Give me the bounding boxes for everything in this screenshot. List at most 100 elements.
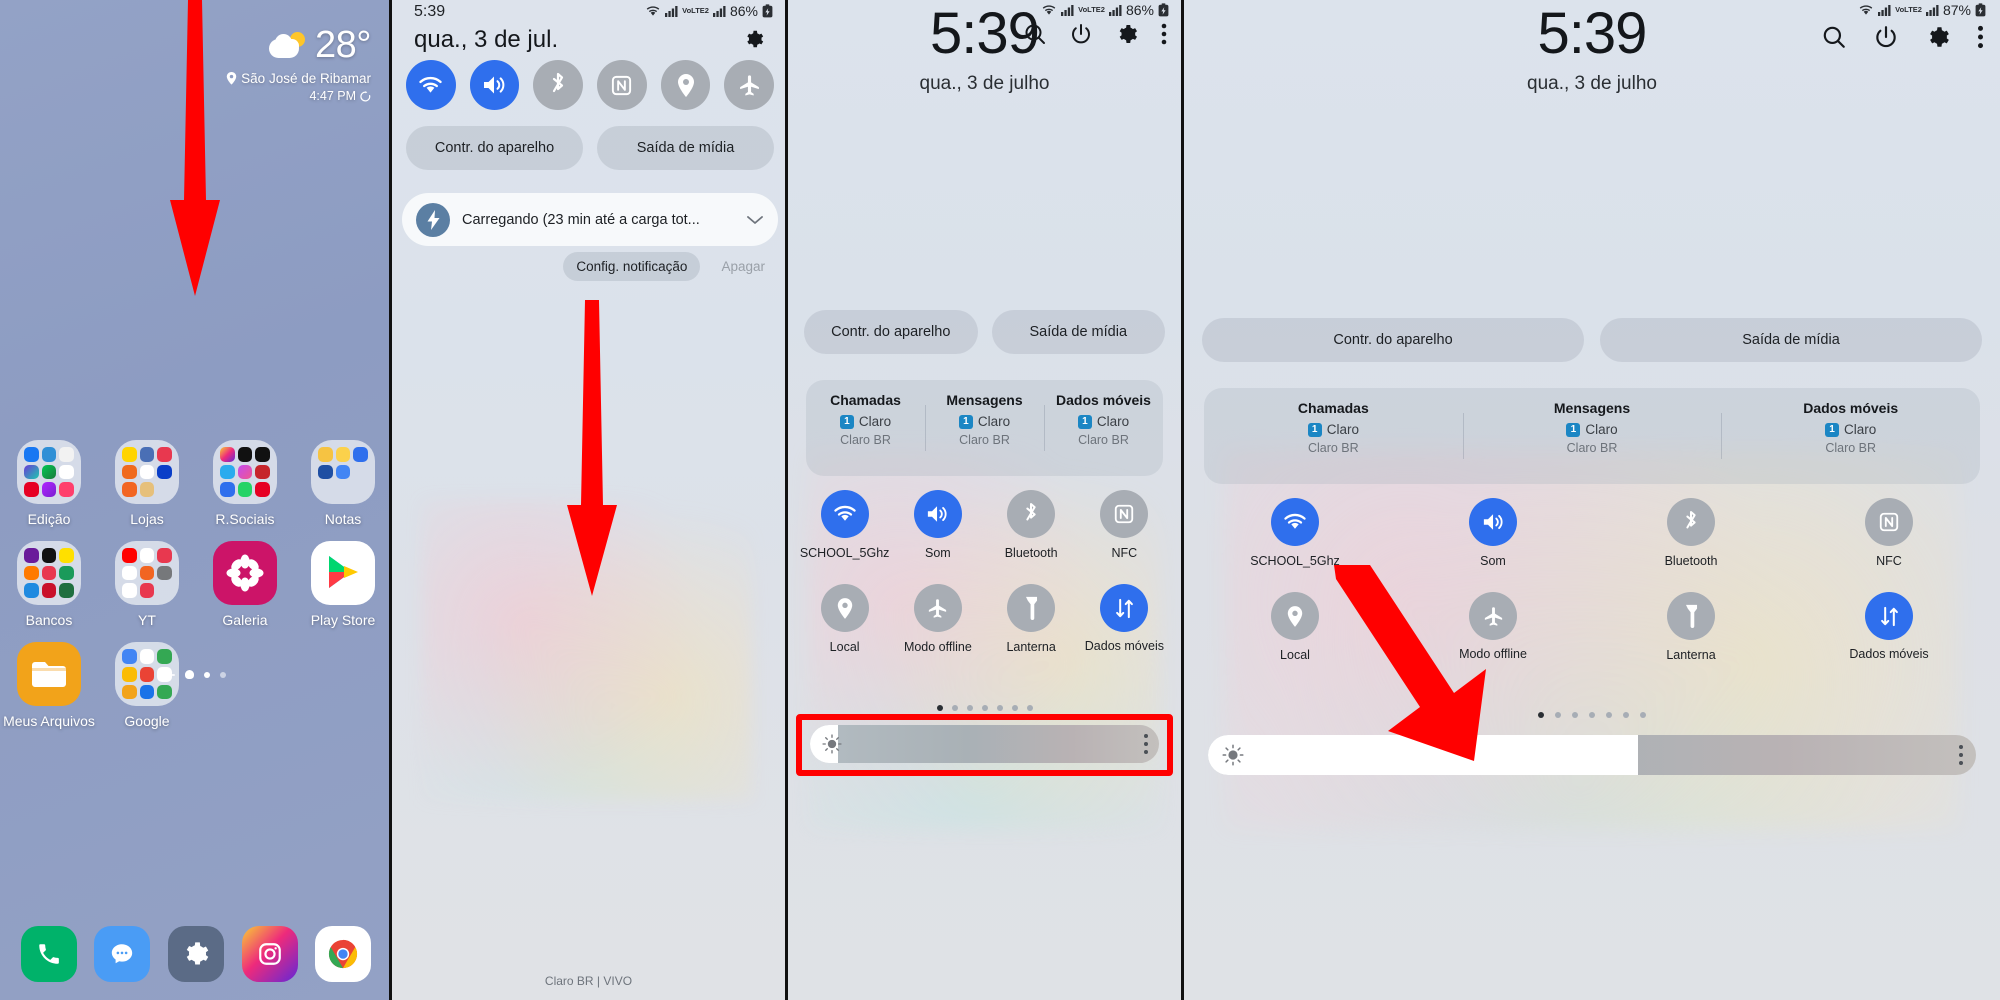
nfc-toggle[interactable] — [597, 60, 647, 110]
brightness-menu-icon[interactable] — [1959, 735, 1963, 775]
wifi-icon — [1271, 498, 1319, 546]
toggle-bluetooth[interactable]: Bluetooth — [985, 490, 1078, 560]
mini-icon — [220, 447, 235, 462]
sim-carrier: Claro — [1585, 422, 1618, 437]
folder-preview — [311, 440, 375, 504]
page-dot — [981, 705, 988, 711]
toggle-wifi[interactable]: SCHOOL_5Ghz — [798, 490, 891, 560]
weather-widget[interactable]: 28° São José de Ribamar 4:47 PM — [226, 26, 371, 103]
settings-app-icon[interactable] — [167, 926, 224, 982]
app-galeria[interactable]: Galeria — [196, 541, 294, 628]
folder-preview — [115, 440, 179, 504]
app-folder-lojas[interactable]: Lojas — [98, 440, 196, 527]
toggle-nfc[interactable]: NFC — [1078, 490, 1171, 560]
mini-icon — [318, 464, 333, 480]
shade-settings-button[interactable] — [743, 28, 765, 55]
refresh-icon[interactable] — [360, 90, 371, 102]
mini-icon — [157, 565, 172, 581]
toggle-flashlight[interactable]: Lanterna — [985, 584, 1078, 654]
mini-icon — [139, 649, 155, 664]
sim-status-card-4[interactable]: Chamadas 1 Claro Claro BR Mensagens 1 Cl… — [1204, 388, 1980, 484]
media-output-button[interactable]: Saída de mídia — [1600, 318, 1982, 362]
shade-quick-toggles — [406, 60, 775, 110]
device-control-button[interactable]: Contr. do aparelho — [406, 126, 583, 170]
toggle-flashlight[interactable]: Lanterna — [1592, 592, 1790, 662]
toggle-sound[interactable]: Som — [891, 490, 984, 560]
page-dot — [996, 705, 1003, 711]
qs-header-icons-3 — [1023, 22, 1167, 46]
toggle-label: SCHOOL_5Ghz — [1250, 554, 1340, 568]
brightness-slider-3[interactable] — [810, 725, 1159, 763]
brightness-fill — [1208, 735, 1639, 775]
app-meus-arquivos[interactable]: Meus Arquivos — [0, 642, 98, 729]
chrome-app-icon[interactable] — [315, 926, 372, 982]
phone-app-icon[interactable] — [20, 926, 77, 982]
sim-carrier: Claro — [858, 414, 892, 429]
sim-status-card-3[interactable]: Chamadas 1 Claro Claro BR Mensagens 1 Cl… — [806, 380, 1163, 476]
toggle-bluetooth[interactable]: Bluetooth — [1592, 498, 1790, 568]
brightness-slider-4[interactable] — [1208, 735, 1976, 775]
app-folder-edicao[interactable]: Edição — [0, 440, 98, 527]
battery-percent: 86% — [729, 3, 758, 19]
clear-notifications-button[interactable]: Apagar — [708, 252, 778, 281]
toggle-wifi[interactable]: SCHOOL_5Ghz — [1196, 498, 1394, 568]
device-control-button[interactable]: Contr. do aparelho — [804, 310, 978, 354]
media-output-button[interactable]: Saída de mídia — [597, 126, 774, 170]
media-output-button[interactable]: Saída de mídia — [991, 310, 1165, 354]
bluetooth-toggle[interactable] — [533, 60, 584, 110]
search-icon[interactable] — [1821, 24, 1847, 50]
more-vertical-icon[interactable] — [1977, 24, 1984, 50]
toggle-nfc[interactable]: NFC — [1790, 498, 1988, 568]
app-folder-rsociais[interactable]: R.Sociais — [196, 440, 294, 527]
wifi-icon — [820, 490, 869, 538]
mini-icon — [139, 684, 155, 700]
sim-carrier: Claro — [1844, 422, 1877, 437]
toggle-mobile-data[interactable]: Dados móveis — [1790, 592, 1988, 662]
sim-carrier: Claro — [1096, 414, 1130, 429]
mini-icon — [59, 583, 74, 599]
toggle-label: Som — [925, 546, 951, 560]
airplane-toggle[interactable] — [724, 60, 775, 110]
app-label: R.Sociais — [215, 511, 275, 527]
page-dot — [1606, 712, 1612, 718]
search-icon[interactable] — [1023, 22, 1047, 46]
app-folder-google[interactable]: Google — [98, 642, 196, 729]
home-page-indicator[interactable] — [0, 670, 389, 679]
app-folder-notas[interactable]: Notas — [294, 440, 389, 527]
power-icon[interactable] — [1069, 22, 1093, 46]
folder-preview — [17, 440, 81, 504]
device-control-button[interactable]: Contr. do aparelho — [1202, 318, 1584, 362]
mini-icon — [237, 482, 253, 497]
wifi-toggle[interactable] — [406, 60, 456, 110]
more-vertical-icon[interactable] — [1161, 22, 1167, 46]
toggle-airplane[interactable]: Modo offline — [891, 584, 984, 654]
app-play-store[interactable]: Play Store — [294, 541, 389, 628]
toggle-location[interactable]: Local — [1196, 592, 1394, 662]
toggle-sound[interactable]: Som — [1394, 498, 1592, 568]
instagram-app-icon[interactable] — [241, 926, 298, 982]
toggle-mobile-data[interactable]: Dados móveis — [1078, 584, 1171, 654]
weather-time-row: 4:47 PM — [226, 89, 371, 103]
power-icon[interactable] — [1873, 24, 1899, 50]
chevron-down-icon[interactable] — [746, 214, 764, 226]
app-folder-bancos[interactable]: Bancos — [0, 541, 98, 628]
toggle-airplane[interactable]: Modo offline — [1394, 592, 1592, 662]
gear-icon[interactable] — [1115, 22, 1139, 46]
toggle-location[interactable]: Local — [798, 584, 891, 654]
app-folder-yt[interactable]: YT — [98, 541, 196, 628]
charging-notification[interactable]: Carregando (23 min até a carga tot... — [402, 193, 778, 246]
sim-title: Chamadas — [1297, 400, 1369, 416]
notification-settings-button[interactable]: Config. notificação — [563, 252, 701, 281]
mini-icon — [59, 482, 74, 497]
page-dot — [966, 705, 973, 711]
wifi-icon — [646, 5, 660, 16]
qs-date: qua., 3 de julho — [919, 73, 1050, 94]
toggle-label: Modo offline — [1459, 647, 1527, 662]
location-toggle[interactable] — [660, 60, 711, 110]
messages-app-icon[interactable] — [94, 926, 151, 982]
sound-toggle[interactable] — [469, 60, 520, 110]
gear-icon[interactable] — [1925, 24, 1951, 50]
brightness-menu-icon[interactable] — [1144, 725, 1148, 763]
qs-page-indicator-4[interactable] — [1184, 712, 2000, 718]
qs-page-indicator-3[interactable] — [788, 705, 1181, 711]
